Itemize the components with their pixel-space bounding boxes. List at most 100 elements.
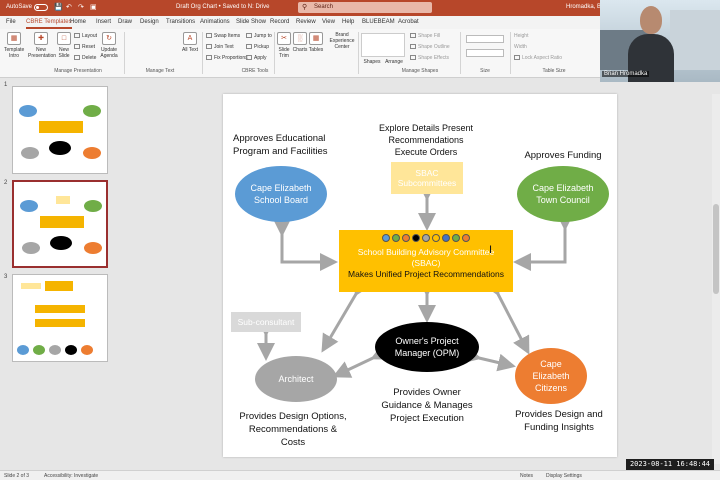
sbac-subcommittees-node[interactable]: SBAC Subcommittees [391, 162, 463, 194]
search-box[interactable]: ⚲ Search [298, 2, 432, 13]
accessibility-status[interactable]: Accessibility: Investigate [44, 473, 98, 479]
tab-acrobat[interactable]: Acrobat [398, 18, 419, 29]
fix-proportions-button[interactable]: Fix Proportions [206, 55, 248, 61]
town-council-node[interactable]: Cape Elizabeth Town Council [517, 166, 609, 222]
join-text-button[interactable]: Join Text [206, 44, 234, 50]
group-divider [202, 32, 203, 74]
pickup-button[interactable]: Pickup [246, 44, 269, 50]
tables-button[interactable]: ▦ Tables [308, 32, 324, 53]
group-label-table-size: Table Size [542, 68, 566, 74]
citizens-node[interactable]: Cape Elizabeth Citizens [515, 348, 587, 404]
shape-fill-button[interactable]: Shape Fill [410, 33, 440, 39]
shapes-button[interactable]: Shapes [361, 59, 383, 65]
save-icon[interactable]: 💾 [54, 3, 63, 11]
new-slide-icon: □ [57, 32, 71, 45]
town-council-label: Cape Elizabeth Town Council [532, 183, 594, 205]
template-intro-button[interactable]: ▦ Template Intro [4, 32, 24, 59]
brand-center-button[interactable]: Brand Experience Center [327, 32, 357, 50]
shape-effects-label: Shape Effects [418, 55, 450, 61]
sbac-node[interactable]: School Building Advisory Committee (SBAC… [339, 230, 513, 292]
slide-thumbnail-1[interactable] [12, 86, 108, 174]
tab-design[interactable]: Design [140, 18, 159, 29]
jump-icon [246, 33, 252, 38]
subcommittee-role: Explore Details Present Recommendations … [378, 123, 474, 157]
architect-node[interactable]: Architect [255, 356, 337, 402]
arrange-button[interactable]: Arrange [383, 59, 405, 65]
delete-button[interactable]: Delete [74, 55, 96, 61]
council-sbac-connector [513, 213, 574, 271]
search-placeholder: Search [314, 4, 334, 10]
redo-icon[interactable]: ↷ [78, 3, 84, 11]
present-icon[interactable]: ▣ [90, 3, 97, 11]
member-dot [382, 234, 390, 242]
slide-canvas[interactable]: Approves Educational Program and Facilit… [223, 94, 617, 457]
brand-center-label: Brand Experience Center [329, 32, 355, 50]
tab-help[interactable]: Help [342, 18, 354, 29]
shapes-label: Shapes [363, 59, 381, 65]
sub-consultant-label: Sub-consultant [237, 317, 295, 327]
thumb-shape [65, 345, 77, 355]
thumb-shape [50, 236, 72, 250]
shape-effects-button[interactable]: Shape Effects [410, 55, 449, 61]
fill-icon [410, 33, 416, 38]
height-input[interactable] [466, 35, 504, 43]
fix-icon [206, 55, 212, 60]
swap-items-button[interactable]: Swap Items [206, 33, 240, 39]
search-icon: ⚲ [302, 4, 308, 11]
tab-transitions[interactable]: Transitions [166, 18, 195, 29]
slide-trim-button[interactable]: ✂ Slide Trim [276, 32, 292, 59]
tab-home[interactable]: Home [70, 18, 86, 29]
opm-architect-connector [332, 343, 391, 378]
shapes-gallery[interactable] [361, 33, 405, 57]
opm-node[interactable]: Owner's Project Manager (OPM) [375, 322, 479, 372]
group-label-size: Size [480, 68, 490, 74]
tab-insert[interactable]: Insert [96, 18, 111, 29]
tab-record[interactable]: Record [270, 18, 289, 29]
member-dot [442, 234, 450, 242]
tab-draw[interactable]: Draw [118, 18, 132, 29]
thumb-shape [19, 105, 37, 117]
shape-outline-button[interactable]: Shape Outline [410, 44, 450, 50]
tab-file[interactable]: File [6, 18, 16, 29]
group-divider [358, 32, 359, 74]
member-dots [382, 234, 470, 244]
chart-icon: ░ [293, 32, 307, 45]
new-slide-button[interactable]: □ New Slide [56, 32, 72, 59]
tab-view[interactable]: View [322, 18, 335, 29]
charts-button[interactable]: ░ Charts [292, 32, 308, 53]
apply-button[interactable]: Apply [246, 55, 267, 61]
tab-review[interactable]: Review [296, 18, 316, 29]
lock-aspect-checkbox[interactable]: Lock Aspect Ratio [514, 55, 562, 61]
slide-thumbnail-2[interactable] [12, 180, 108, 268]
school-board-node[interactable]: Cape Elizabeth School Board [235, 166, 327, 222]
scrollbar-thumb[interactable] [713, 204, 719, 294]
group-divider [510, 32, 511, 74]
notes-button[interactable]: Notes [520, 473, 533, 479]
slide-trim-label: Slide Trim [278, 47, 290, 59]
user-name[interactable]: Hromadka, B [566, 4, 601, 10]
display-settings-button[interactable]: Display Settings [546, 473, 582, 479]
table-width-field[interactable]: Width [514, 44, 527, 50]
tab-slide-show[interactable]: Slide Show [236, 18, 266, 29]
thumb-shape [33, 345, 45, 355]
autosave-toggle[interactable] [34, 4, 48, 11]
tab-bluebeam[interactable]: BLUEBEAM [362, 18, 395, 29]
undo-icon[interactable]: ↶ [66, 3, 72, 11]
width-input[interactable] [466, 49, 504, 57]
layout-button[interactable]: Layout [74, 33, 97, 39]
tab-animations[interactable]: Animations [200, 18, 230, 29]
jump-to-label: Jump to [254, 33, 272, 39]
update-agenda-button[interactable]: ↻ Update Agenda [98, 32, 120, 59]
opm-description: Provides Owner Guidance & Manages Projec… [381, 387, 473, 424]
reset-button[interactable]: Reset [74, 44, 95, 50]
tab-cbre-templates[interactable]: CBRE Templates [26, 18, 72, 29]
slide-thumbnail-3[interactable] [12, 274, 108, 362]
jump-to-button[interactable]: Jump to [246, 33, 272, 39]
table-height-field[interactable]: Height [514, 33, 528, 39]
charts-label: Charts [292, 47, 308, 53]
sub-consultant-node[interactable]: Sub-consultant [231, 312, 301, 332]
ribbon-tabs: File CBRE Templates Home Insert Draw Design Tr… [0, 16, 600, 29]
all-text-button[interactable]: A All Text [180, 32, 200, 53]
vertical-scrollbar[interactable] [712, 94, 720, 464]
new-presentation-button[interactable]: ✚ New Presentation [28, 32, 56, 59]
